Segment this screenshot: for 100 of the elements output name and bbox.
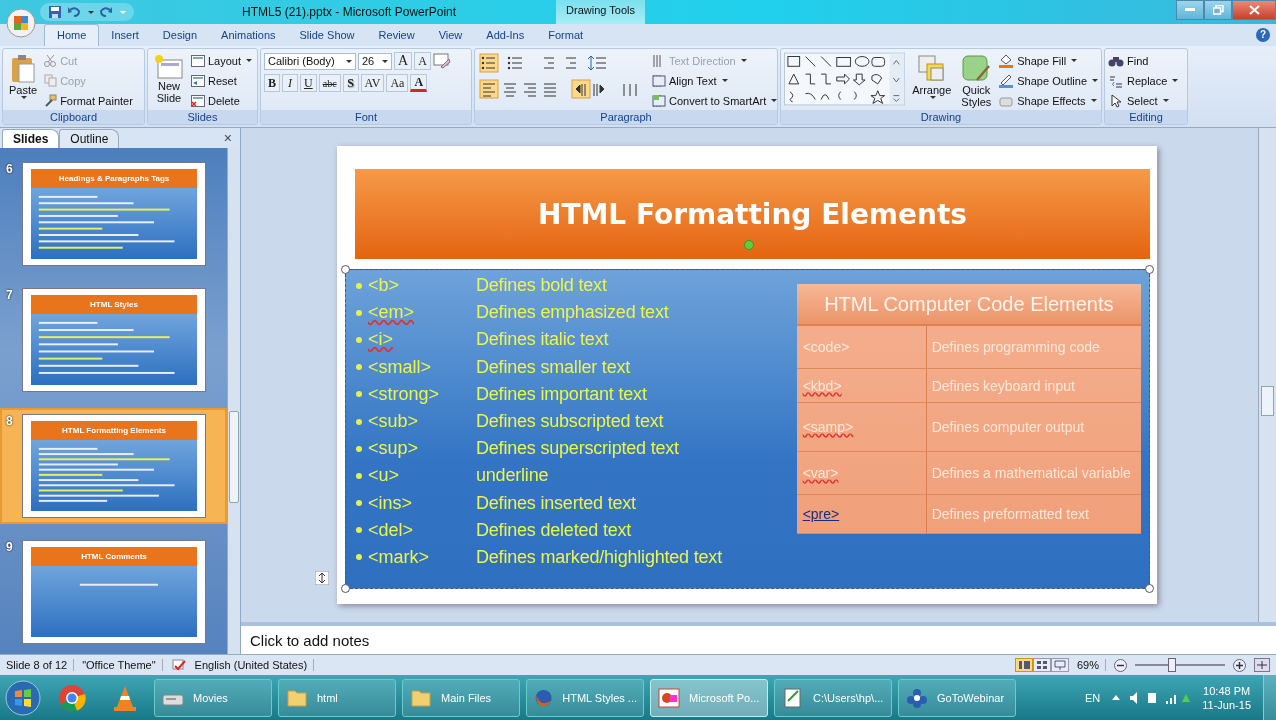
chrome-icon[interactable] <box>58 683 86 712</box>
shape-format-command[interactable]: Shape Outline <box>998 72 1098 89</box>
paragraph-command[interactable]: Align Text <box>652 72 778 89</box>
paste-button[interactable]: Paste <box>6 52 41 101</box>
save-icon[interactable] <box>48 5 62 19</box>
resize-handle[interactable] <box>1145 584 1154 593</box>
shrink-font-button[interactable]: A <box>414 52 431 70</box>
brush-icon <box>44 94 58 107</box>
slide-number: 6 <box>6 162 14 176</box>
scissors-icon <box>44 54 58 67</box>
view-buttons[interactable] <box>1014 658 1069 672</box>
editing-command[interactable]: Replace <box>1108 72 1179 89</box>
bullet-icon <box>356 364 362 371</box>
shape-format-command[interactable]: Shape Fill <box>998 52 1098 69</box>
start-button[interactable] <box>4 678 42 717</box>
format-button[interactable]: B <box>264 74 280 92</box>
undo-icon[interactable] <box>67 5 81 19</box>
thumbnail-title: HTML Styles <box>31 295 197 314</box>
format-button[interactable]: S <box>342 74 359 92</box>
slide-thumbnail-row[interactable]: 6 Headings & Paragraphs Tags <box>0 156 227 272</box>
ribbon-tab[interactable]: Insert <box>99 25 151 46</box>
tag-text: <u> <box>368 465 401 487</box>
ribbon-tab[interactable]: Add-Ins <box>474 25 537 46</box>
ribbon-tab[interactable]: Animations <box>209 25 288 46</box>
delete-icon <box>191 94 205 107</box>
shapes-gallery[interactable] <box>784 52 906 106</box>
rotation-handle[interactable] <box>744 240 754 250</box>
clipboard-command[interactable]: Format Painter <box>44 92 133 109</box>
font-name-field[interactable]: Calibri (Body) <box>264 52 356 70</box>
ribbon-tab[interactable]: View <box>426 25 475 46</box>
description-text: Defines subscripted text <box>476 411 664 433</box>
slide-count: Slide 8 of 12 <box>6 659 75 671</box>
powerpoint-icon <box>657 686 681 709</box>
minimize-button[interactable] <box>1176 0 1204 20</box>
zoom-in-icon[interactable] <box>1233 658 1246 672</box>
description-text: Defines inserted text <box>476 492 636 514</box>
slides-command[interactable]: Delete <box>191 92 253 109</box>
clock[interactable]: 10:48 PM 11-Jun-15 <box>1202 683 1251 712</box>
notes-field[interactable]: Click to add notes <box>241 622 1276 655</box>
description-text: Defines italic text <box>476 329 609 351</box>
spelling-icon[interactable] <box>170 658 187 672</box>
zoom-slider-thumb[interactable] <box>1168 658 1176 672</box>
group-label: Clipboard <box>3 110 144 124</box>
paragraph-command[interactable]: Convert to SmartArt <box>652 92 778 109</box>
slide-number: 9 <box>6 540 14 554</box>
pane-tab[interactable]: Outline <box>59 129 120 148</box>
align-text-icon <box>652 73 666 88</box>
format-button[interactable]: Aa <box>386 74 409 92</box>
editing-command[interactable]: Select <box>1108 92 1179 109</box>
bullet-icon <box>356 336 362 343</box>
ribbon-tab[interactable]: Review <box>366 25 427 46</box>
caret-icon[interactable] <box>88 10 94 14</box>
ribbon-tab[interactable]: Slide Show <box>287 25 367 46</box>
grow-font-button[interactable]: A <box>394 52 413 70</box>
slides-command[interactable]: Layout <box>191 52 253 69</box>
shape-format-command[interactable]: Shape Effects <box>998 92 1098 109</box>
bullet-icon <box>356 554 362 561</box>
group-label: Editing <box>1105 110 1187 124</box>
description-text: Defines marked/highlighted text <box>476 546 722 568</box>
close-button[interactable] <box>1232 0 1276 20</box>
group-label: Paragraph <box>475 110 777 124</box>
fit-to-window-icon[interactable] <box>1254 658 1270 672</box>
pane-tab[interactable]: Slides <box>2 129 60 148</box>
format-button[interactable]: AV <box>360 74 385 92</box>
resize-icon[interactable] <box>315 571 329 585</box>
ribbon-tab[interactable]: Home <box>44 24 100 46</box>
language-indicator[interactable]: EN <box>1085 691 1101 704</box>
description-text: Defines important text <box>476 383 647 405</box>
thumbnail-scrollbar[interactable] <box>227 148 240 655</box>
font-size-field[interactable]: 26 <box>358 52 392 70</box>
resize-handle[interactable] <box>341 265 350 274</box>
editing-command[interactable]: Find <box>1108 52 1179 69</box>
bullet-icon <box>356 472 362 479</box>
thumbnail-title: Headings & Paragraphs Tags <box>31 169 197 188</box>
quick-styles-button[interactable]: Quick Styles <box>958 52 995 110</box>
table-cell-text: Defines keyboard input <box>930 376 1076 396</box>
smartart-icon <box>652 93 666 108</box>
minimize-icon <box>1185 8 1195 12</box>
slides-command[interactable]: Reset <box>191 72 253 89</box>
cell-text: <kbd> <box>802 377 842 394</box>
format-button[interactable]: I <box>282 74 298 92</box>
ribbon-tab[interactable]: Design <box>150 25 210 46</box>
arrange-button[interactable]: Arrange <box>909 52 955 101</box>
copy-icon <box>44 74 58 87</box>
format-button[interactable]: A <box>410 74 428 92</box>
tag-text: <mark> <box>368 546 431 568</box>
resize-handle[interactable] <box>341 584 350 593</box>
quick-styles-icon <box>961 54 992 84</box>
format-button[interactable]: abc <box>318 74 341 92</box>
restore-button[interactable] <box>1204 0 1232 20</box>
slide-scrollbar[interactable] <box>1258 128 1276 623</box>
zoom-out-icon[interactable] <box>1114 658 1127 672</box>
close-pane-button[interactable]: × <box>215 130 240 148</box>
format-button[interactable]: U <box>300 74 317 92</box>
ribbon-tab[interactable]: Format <box>536 25 596 46</box>
redo-icon[interactable] <box>99 5 113 19</box>
resize-handle[interactable] <box>1145 265 1154 274</box>
clear-formatting-icon[interactable] <box>432 53 451 69</box>
new-slide-button[interactable]: New Slide <box>151 52 187 106</box>
help-icon[interactable]: ? <box>1256 28 1270 42</box>
